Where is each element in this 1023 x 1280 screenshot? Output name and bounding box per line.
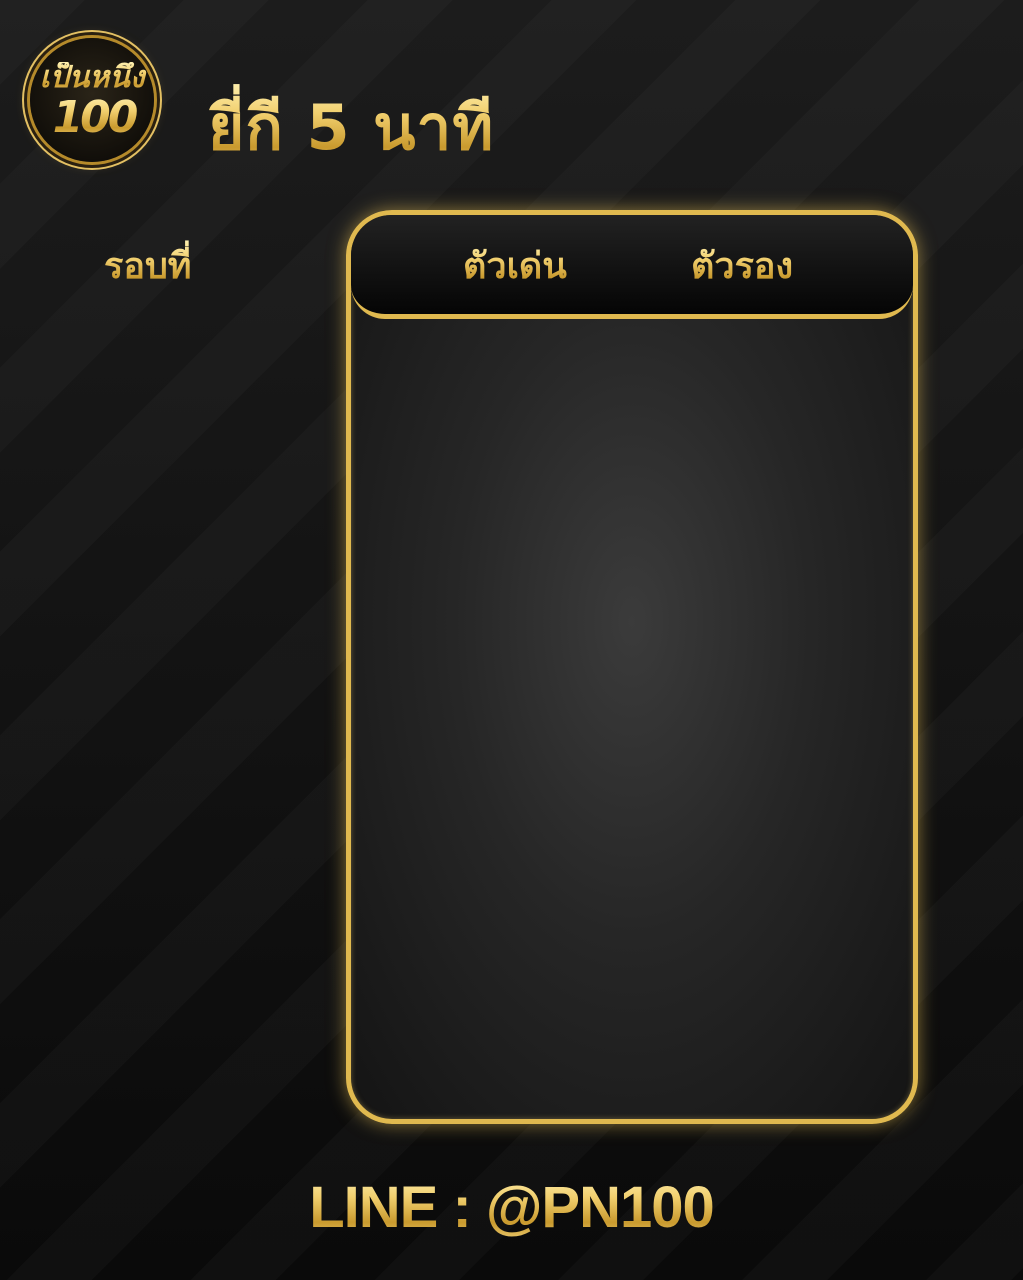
round-label: รอบที่ [104,240,192,294]
board-body [351,319,913,1119]
column-secondary-number: ตัวรอง [691,241,793,293]
poster: เป็นหนึ่ง 100 ยี่กี 5 นาที รอบที่ ตัวเด่… [0,0,1023,1280]
column-main-number: ตัวเด่น [463,241,567,293]
page-title: ยี่กี 5 นาที [208,80,494,176]
results-board: ตัวเด่น ตัวรอง [346,210,918,1124]
logo-thai-text: เป็นหนึ่ง [34,62,150,94]
logo-number-text: 100 [36,94,152,142]
board-header: ตัวเด่น ตัวรอง [351,215,913,319]
line-contact: LINE : @PN100 [0,1172,1023,1244]
brand-logo: เป็นหนึ่ง 100 [30,38,154,162]
